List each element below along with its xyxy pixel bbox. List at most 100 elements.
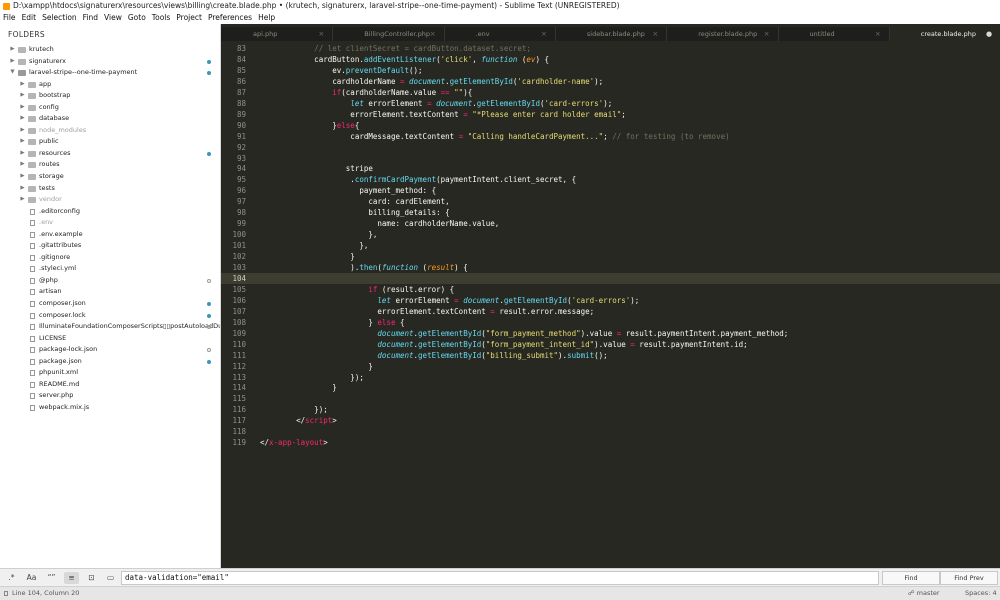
tree-folder[interactable]: ▶ node_modules	[0, 125, 220, 137]
code-line[interactable]: 112 }	[221, 361, 1000, 372]
tree-folder[interactable]: ▶ bootstrap	[0, 90, 220, 102]
code-line[interactable]: 91 cardMessage.textContent = "Calling ha…	[221, 131, 1000, 142]
in-selection-toggle[interactable]: ⊡	[84, 572, 99, 584]
code-line[interactable]: 118	[221, 426, 1000, 437]
tree-folder[interactable]: ▶ vendor	[0, 194, 220, 206]
code-line[interactable]: 102 }	[221, 251, 1000, 262]
code-line[interactable]: 93	[221, 153, 1000, 164]
tree-file[interactable]: README.md	[0, 379, 220, 391]
find-prev-button[interactable]: Find Prev	[940, 571, 998, 585]
code-line[interactable]: 110 document.getElementById("form_paymen…	[221, 339, 1000, 350]
close-icon[interactable]: ×	[764, 27, 770, 41]
tree-file[interactable]: .editorconfig	[0, 206, 220, 218]
tree-folder[interactable]: ▶ config	[0, 102, 220, 114]
code-line[interactable]: 96 payment_method: {	[221, 185, 1000, 196]
regex-toggle[interactable]: .*	[4, 572, 19, 584]
unsaved-dot-icon[interactable]: ●	[986, 27, 992, 41]
indentation-setting[interactable]: Spaces: 4	[965, 587, 997, 600]
code-line[interactable]: 89 errorElement.textContent = "*Please e…	[221, 109, 1000, 120]
collapsed-arrow-icon[interactable]: ▶	[19, 125, 26, 137]
menu-view[interactable]: View	[101, 12, 125, 24]
code-editor[interactable]: 83 // let clientSecret = cardButton.data…	[221, 41, 1000, 568]
case-sensitive-toggle[interactable]: Aa	[24, 572, 39, 584]
collapsed-arrow-icon[interactable]: ▶	[19, 136, 26, 148]
code-line[interactable]: 104	[221, 272, 1000, 284]
tree-file[interactable]: phpunit.xml	[0, 367, 220, 379]
code-line[interactable]: 83 // let clientSecret = cardButton.data…	[221, 43, 1000, 54]
menu-preferences[interactable]: Preferences	[205, 12, 255, 24]
tree-file[interactable]: .gitattributes	[0, 240, 220, 252]
menu-tools[interactable]: Tools	[149, 12, 173, 24]
tab-sidebar-blade-php[interactable]: sidebar.blade.php ×	[555, 27, 666, 41]
collapsed-arrow-icon[interactable]: ▶	[9, 44, 16, 56]
close-icon[interactable]: ×	[541, 27, 547, 41]
tree-folder[interactable]: ▶ public	[0, 136, 220, 148]
tree-folder[interactable]: ▶ krutech	[0, 44, 220, 56]
collapsed-arrow-icon[interactable]: ▶	[19, 194, 26, 206]
tree-file[interactable]: package.json	[0, 356, 220, 368]
menu-project[interactable]: Project	[173, 12, 205, 24]
tree-folder[interactable]: ▶ storage	[0, 171, 220, 183]
code-line[interactable]: 95 .confirmCardPayment(paymentIntent.cli…	[221, 174, 1000, 185]
code-line[interactable]: 90 }else{	[221, 120, 1000, 131]
tree-file[interactable]: .env	[0, 217, 220, 229]
code-line[interactable]: 108 } else {	[221, 317, 1000, 328]
tree-file[interactable]: .env.example	[0, 229, 220, 241]
code-line[interactable]: 116 });	[221, 404, 1000, 415]
code-line[interactable]: 107 errorElement.textContent = result.er…	[221, 306, 1000, 317]
tab-create-blade-php[interactable]: create.blade.php ●	[888, 27, 1000, 41]
tab-billingcontroller-php[interactable]: BillingController.php ×	[332, 27, 443, 41]
code-line[interactable]: 92	[221, 142, 1000, 153]
tab-env[interactable]: .env ×	[444, 27, 555, 41]
menu-selection[interactable]: Selection	[39, 12, 80, 24]
collapsed-arrow-icon[interactable]: ▶	[19, 90, 26, 102]
close-icon[interactable]: ×	[652, 27, 658, 41]
collapsed-arrow-icon[interactable]: ▶	[19, 102, 26, 114]
tree-file[interactable]: .gitignore	[0, 252, 220, 264]
tree-file[interactable]: .styleci.yml	[0, 263, 220, 275]
tab-api-php[interactable]: api.php ×	[221, 27, 332, 41]
tree-file[interactable]: artisan	[0, 286, 220, 298]
collapsed-arrow-icon[interactable]: ▶	[19, 183, 26, 195]
tree-file[interactable]: composer.json	[0, 298, 220, 310]
collapsed-arrow-icon[interactable]: ▶	[19, 113, 26, 125]
code-line[interactable]: 114 }	[221, 382, 1000, 393]
code-line[interactable]: 98 billing_details: {	[221, 207, 1000, 218]
tree-file[interactable]: IlluminateFoundationComposerScripts▯▯pos…	[0, 321, 220, 333]
tree-file[interactable]: server.php	[0, 390, 220, 402]
code-line[interactable]: 113 });	[221, 372, 1000, 383]
tree-file[interactable]: composer.lock	[0, 310, 220, 322]
menu-goto[interactable]: Goto	[125, 12, 149, 24]
find-input[interactable]: data-validation="email"	[121, 571, 879, 585]
code-line[interactable]: 86 cardholderName = document.getElementB…	[221, 76, 1000, 87]
highlight-matches-toggle[interactable]: ▭	[103, 572, 118, 584]
code-line[interactable]: 99 name: cardholderName.value,	[221, 218, 1000, 229]
tree-folder[interactable]: ▶ signaturerx	[0, 56, 220, 68]
code-line[interactable]: 119 </x-app-layout>	[221, 437, 1000, 448]
git-branch[interactable]: ☍ master	[908, 587, 940, 600]
code-line[interactable]: 101 },	[221, 240, 1000, 251]
code-line[interactable]: 100 },	[221, 229, 1000, 240]
code-line[interactable]: 87 if(cardholderName.value == ""){	[221, 87, 1000, 98]
tree-folder[interactable]: ▶ routes	[0, 159, 220, 171]
menu-file[interactable]: File	[0, 12, 19, 24]
code-line[interactable]: 106 let errorElement = document.getEleme…	[221, 295, 1000, 306]
code-line[interactable]: 117 </script>	[221, 415, 1000, 426]
code-line[interactable]: 97 card: cardElement,	[221, 196, 1000, 207]
collapsed-arrow-icon[interactable]: ▶	[9, 56, 16, 68]
close-icon[interactable]: ×	[318, 27, 324, 41]
tree-file[interactable]: @php	[0, 275, 220, 287]
close-icon[interactable]: ×	[875, 27, 881, 41]
menu-find[interactable]: Find	[80, 12, 101, 24]
code-line[interactable]: 94 stripe	[221, 163, 1000, 174]
tree-file[interactable]: LICENSE	[0, 333, 220, 345]
tree-folder[interactable]: ▶ database	[0, 113, 220, 125]
code-line[interactable]: 88 let errorElement = document.getElemen…	[221, 98, 1000, 109]
menu-edit[interactable]: Edit	[19, 12, 40, 24]
code-line[interactable]: 84 cardButton.addEventListener('click', …	[221, 54, 1000, 65]
wrap-toggle[interactable]: ≡	[64, 572, 79, 584]
tree-file[interactable]: package-lock.json	[0, 344, 220, 356]
expanded-arrow-icon[interactable]: ▼	[9, 67, 16, 79]
tree-folder[interactable]: ▼ laravel-stripe--one-time-payment	[0, 67, 220, 79]
collapsed-arrow-icon[interactable]: ▶	[19, 171, 26, 183]
